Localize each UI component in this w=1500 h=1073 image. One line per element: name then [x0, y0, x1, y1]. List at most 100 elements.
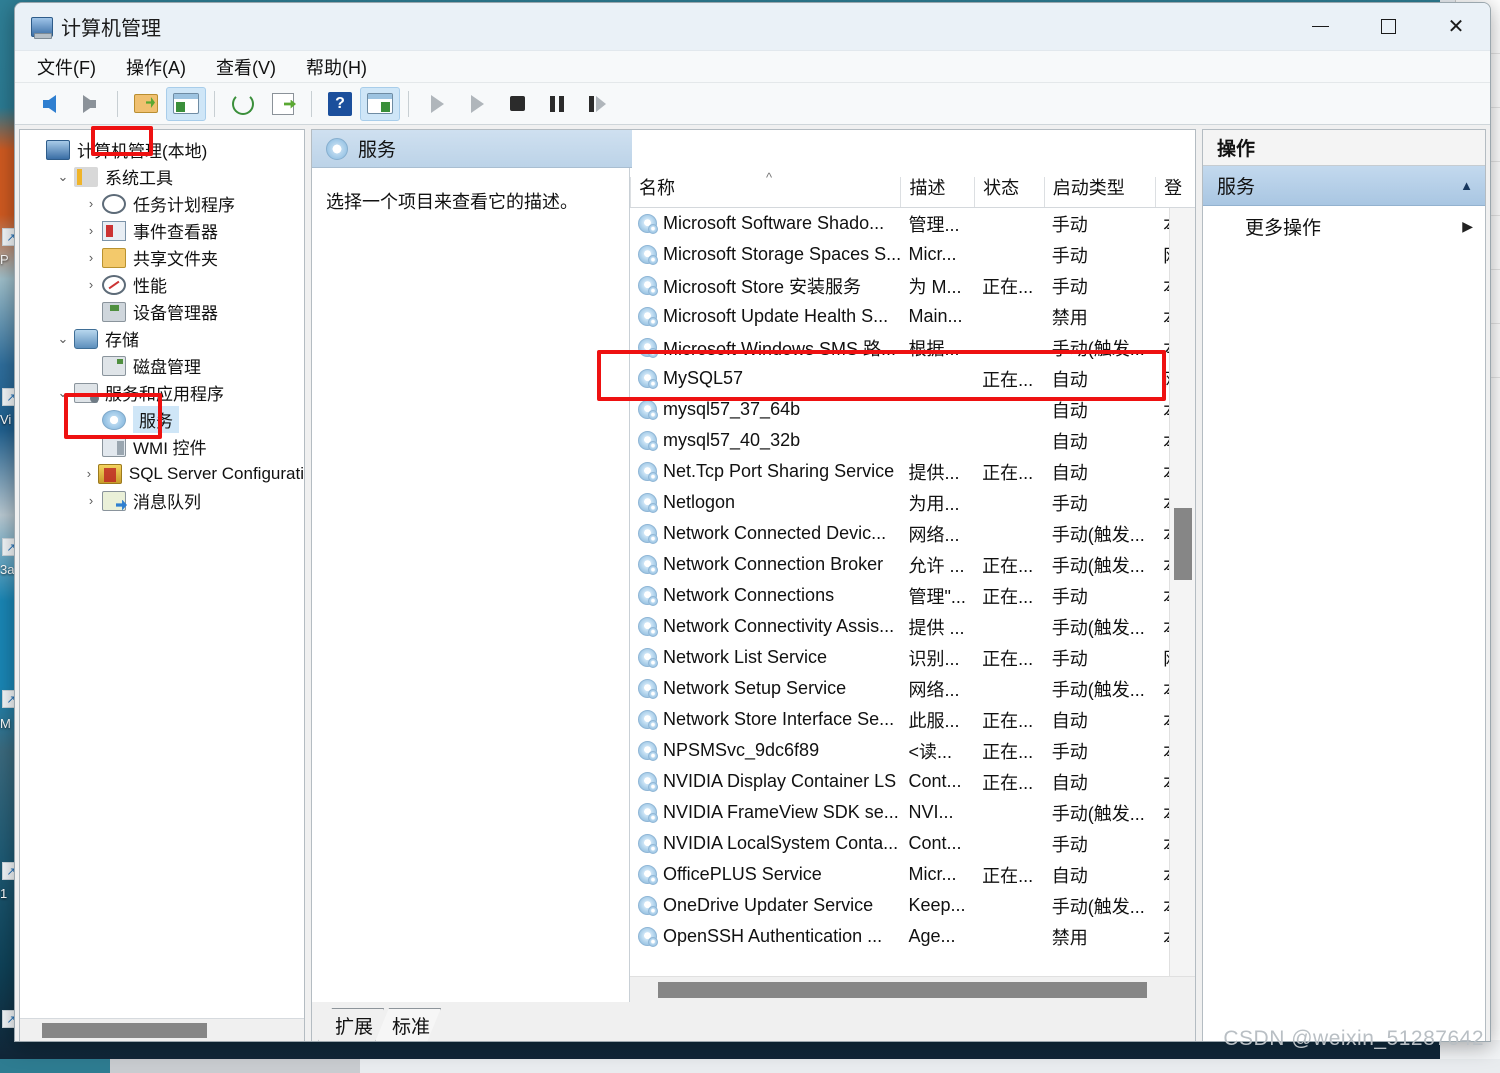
action-more-actions[interactable]: 更多操作 ▶: [1203, 206, 1485, 246]
tree-node-7[interactable]: ⌄ 存储: [20, 325, 304, 352]
pause-service-button[interactable]: [537, 87, 577, 121]
console-tree-pane[interactable]: 计算机管理(本地) ⌄ 系统工具 › 任务计划程序 › 事件查看器 › 共享文件夹 › 性能 设备管理…: [19, 129, 305, 1041]
column-header-logon[interactable]: 登: [1155, 177, 1195, 207]
tree-node-0[interactable]: 计算机管理(本地): [20, 136, 304, 163]
resume-service-button[interactable]: [457, 87, 497, 121]
column-header-startup[interactable]: 启动类型: [1043, 177, 1155, 207]
tab-扩展[interactable]: 扩展: [318, 1008, 384, 1042]
menu-item-file[interactable]: 文件(F): [37, 54, 96, 80]
menu-bar[interactable]: 文件(F) 操作(A) 查看(V) 帮助(H): [15, 51, 1490, 83]
tree-node-8[interactable]: 磁盘管理: [20, 352, 304, 379]
service-name-label: Network Connections: [663, 585, 835, 605]
show-hide-tree-button[interactable]: [166, 86, 206, 121]
table-row[interactable]: OpenSSH Authentication ...Age...禁用本: [630, 921, 1195, 952]
actions-group-services[interactable]: 服务 ▲: [1203, 166, 1485, 206]
services-list-container[interactable]: ^ 名称 描述 状态 启动类型登 Microsoft Software Shado..…: [630, 168, 1195, 1002]
table-row[interactable]: NVIDIA Display Container LS Cont... 正在... 自…: [630, 766, 1195, 797]
tree-expander-icon[interactable]: ›: [80, 277, 102, 292]
tree-expander-icon[interactable]: ⌄: [52, 385, 74, 401]
menu-item-view[interactable]: 查看(V): [216, 54, 276, 80]
tree-node-4[interactable]: › 共享文件夹: [20, 244, 304, 271]
menu-item-action[interactable]: 操作(A): [126, 54, 186, 80]
services-list[interactable]: Microsoft Software Shado...管理...手动本Micro…: [630, 208, 1195, 952]
services-horizontal-scrollbar[interactable]: [630, 976, 1195, 1002]
chevron-up-icon[interactable]: ▲: [1460, 178, 1473, 193]
table-row[interactable]: mysql57_37_64b自动本: [630, 394, 1195, 425]
stop-service-button[interactable]: [497, 87, 537, 121]
tree-expander-icon[interactable]: ⌄: [52, 169, 74, 185]
actions-pane[interactable]: 操作 服务 ▲ 更多操作 ▶: [1202, 129, 1486, 1041]
taskbar[interactable]: [0, 1059, 1500, 1073]
tree-node-6[interactable]: 设备管理器: [20, 298, 304, 325]
console-tree[interactable]: 计算机管理(本地) ⌄ 系统工具 › 任务计划程序 › 事件查看器 › 共享文件夹 › 性能 设备管理…: [20, 130, 304, 514]
tree-hscroll-thumb[interactable]: [42, 1023, 207, 1038]
tree-expander-icon[interactable]: ›: [80, 493, 102, 508]
services-column-headers[interactable]: ^ 名称 描述 状态 启动类型登: [630, 168, 1195, 208]
table-row[interactable]: Microsoft Windows SMS 路...根据...手动(触发...本: [630, 332, 1195, 363]
up-folder-button[interactable]: [126, 87, 166, 121]
tree-node-5[interactable]: › 性能: [20, 271, 304, 298]
help-button[interactable]: ?: [320, 87, 360, 121]
table-row[interactable]: Network Connections管理"...正在...手动本: [630, 580, 1195, 611]
table-row[interactable]: Net.Tcp Port Sharing Service 提供... 正在... 自动…: [630, 456, 1195, 487]
menu-item-help[interactable]: 帮助(H): [306, 54, 367, 80]
export-list-button[interactable]: [263, 87, 303, 121]
tree-expander-icon[interactable]: ›: [80, 466, 98, 481]
table-row[interactable]: mysql57_40_32b自动本: [630, 425, 1195, 456]
table-row[interactable]: NVIDIA LocalSystem Conta...Cont...手动本: [630, 828, 1195, 859]
restart-service-button[interactable]: [577, 87, 617, 121]
services-hscroll-thumb[interactable]: [658, 982, 1147, 998]
table-row[interactable]: Network Setup Service网络...手动(触发...本: [630, 673, 1195, 704]
minimize-button[interactable]: [1286, 3, 1354, 51]
services-vscroll-thumb[interactable]: [1174, 508, 1192, 580]
toolbar[interactable]: ?: [15, 83, 1490, 125]
close-button[interactable]: ✕: [1422, 3, 1490, 51]
view-tabs[interactable]: 扩展 标准: [312, 1002, 1195, 1042]
tree-expander-icon[interactable]: ⌄: [52, 331, 74, 347]
table-row[interactable]: Microsoft Software Shado...管理...手动本: [630, 208, 1195, 239]
back-button[interactable]: [29, 87, 69, 121]
tree-node-2[interactable]: › 任务计划程序: [20, 190, 304, 217]
show-action-pane-button[interactable]: [360, 86, 400, 121]
start-service-button[interactable]: [417, 87, 457, 121]
table-row[interactable]: Netlogon为用...手动本: [630, 487, 1195, 518]
table-row[interactable]: OfficePLUS ServiceMicr...正在...自动本: [630, 859, 1195, 890]
table-row[interactable]: MySQL57正在...自动网: [630, 363, 1195, 394]
table-row[interactable]: NVIDIA FrameView SDK se... NVI... 手动(触发...…: [630, 797, 1195, 828]
tree-expander-icon[interactable]: ›: [80, 250, 102, 265]
tree-node-9[interactable]: ⌄ 服务和应用程序: [20, 379, 304, 406]
table-row[interactable]: Network List Service识别...正在...手动网: [630, 642, 1195, 673]
table-row[interactable]: Microsoft Storage Spaces S...Micr...手动网: [630, 239, 1195, 270]
cell-description: 管理"...: [908, 586, 966, 607]
tree-horizontal-scrollbar[interactable]: [20, 1018, 304, 1041]
tree-expander-icon[interactable]: ›: [80, 223, 102, 238]
table-row[interactable]: Network Connectivity Assis... 提供 ... 手动(触发…: [630, 611, 1195, 642]
tree-node-13[interactable]: › 消息队列: [20, 487, 304, 514]
services-vertical-scrollbar[interactable]: [1169, 208, 1195, 976]
tree-expander-icon[interactable]: ›: [80, 196, 102, 211]
refresh-button[interactable]: [223, 87, 263, 121]
column-header-description[interactable]: 描述: [900, 177, 974, 207]
computer-management-window[interactable]: 计算机管理 ✕ 文件(F) 操作(A) 查看(V) 帮助(H) ? 计算机管理(…: [14, 2, 1491, 1042]
tree-node-10[interactable]: 服务: [20, 406, 304, 433]
table-row[interactable]: Network Store Interface Se... 此服... 正在... 自…: [630, 704, 1195, 735]
tree-node-11[interactable]: WMI 控件: [20, 433, 304, 460]
table-row[interactable]: Network Connected Devic...网络...手动(触发...本: [630, 518, 1195, 549]
window-controls[interactable]: ✕: [1286, 3, 1490, 51]
title-bar[interactable]: 计算机管理 ✕: [15, 3, 1490, 51]
tree-node-3[interactable]: › 事件查看器: [20, 217, 304, 244]
forward-button[interactable]: [69, 87, 109, 121]
table-row[interactable]: OneDrive Updater ServiceKeep...手动(触发...本: [630, 890, 1195, 921]
tree-node-1[interactable]: ⌄ 系统工具: [20, 163, 304, 190]
maximize-button[interactable]: [1354, 3, 1422, 51]
table-row[interactable]: Microsoft Store 安装服务为 M...正在...手动本: [630, 270, 1195, 301]
column-header-status[interactable]: 状态: [974, 177, 1044, 207]
services-pane[interactable]: 服务 选择一个项目来查看它的描述。 ^ 名称 描述 状态 启动类型登 Microsof…: [311, 129, 1196, 1042]
cell-description: Cont...: [908, 833, 962, 853]
tab-标准[interactable]: 标准: [375, 1008, 441, 1042]
cell-name: Network Connected Devic...: [630, 523, 901, 544]
tree-node-12[interactable]: › SQL Server Configurati: [20, 460, 304, 487]
table-row[interactable]: NPSMSvc_9dc6f89<读...正在...手动本: [630, 735, 1195, 766]
table-row[interactable]: Network Connection Broker 允许 ... 正在... 手动(触…: [630, 549, 1195, 580]
table-row[interactable]: Microsoft Update Health S...Main...禁用本: [630, 301, 1195, 332]
